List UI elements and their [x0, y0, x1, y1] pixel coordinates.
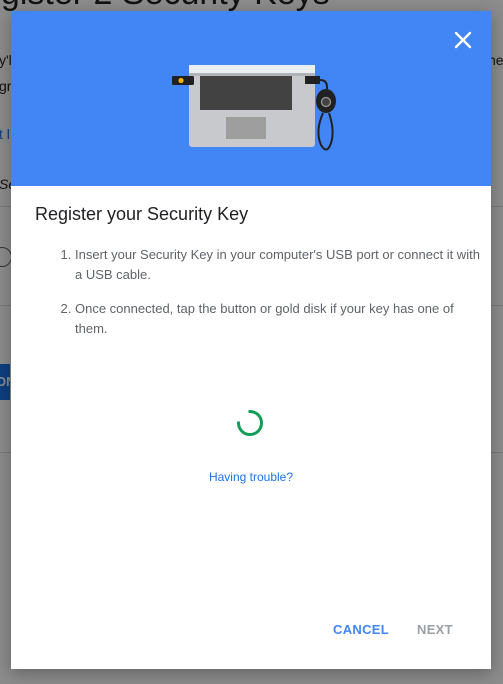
instruction-step-1: Insert your Security Key in your compute…	[75, 245, 489, 285]
instruction-step-2: Once connected, tap the button or gold d…	[75, 299, 489, 339]
register-security-key-dialog: Register your Security Key Insert your S…	[11, 11, 491, 669]
instruction-steps: Insert your Security Key in your compute…	[55, 245, 489, 353]
dialog-title: Register your Security Key	[35, 204, 249, 224]
dialog-hero-banner	[11, 11, 491, 186]
laptop-security-key-illustration	[172, 65, 336, 151]
loading-spinner-icon	[236, 409, 263, 436]
having-trouble-link[interactable]: Having trouble?	[11, 470, 491, 484]
close-button[interactable]	[451, 28, 475, 52]
cancel-button[interactable]: CANCEL	[333, 619, 389, 641]
next-button[interactable]: NEXT	[417, 619, 453, 641]
close-icon	[454, 31, 472, 49]
